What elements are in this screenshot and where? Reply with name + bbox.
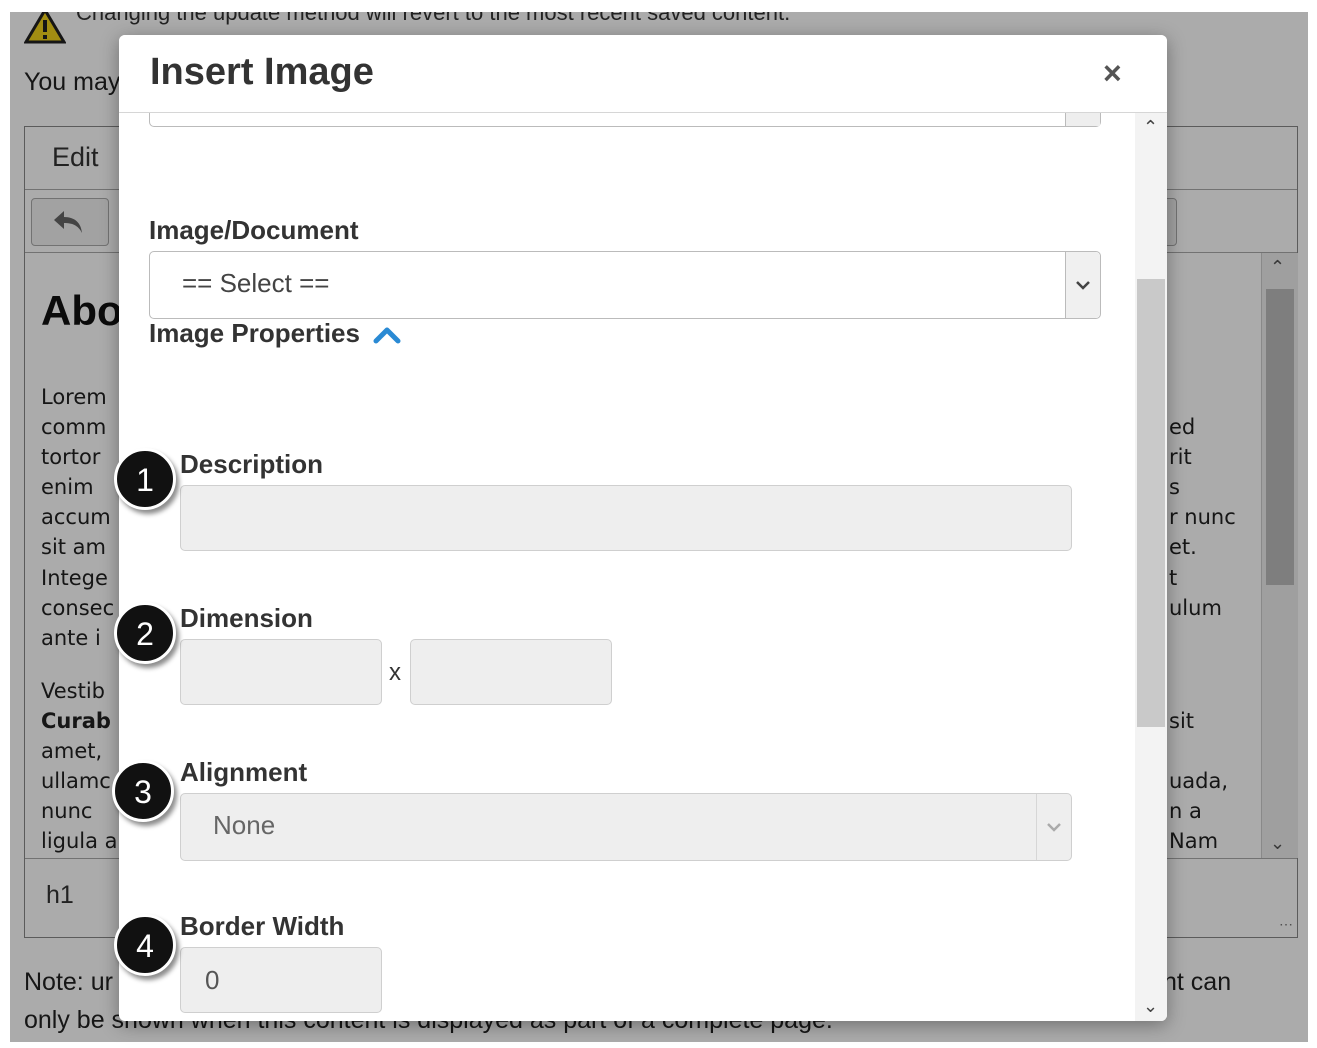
image-properties-label: Image Properties <box>149 318 360 348</box>
dimension-label: Dimension <box>180 603 313 633</box>
image-document-select[interactable]: == Select == <box>149 251 1101 319</box>
alignment-selected: None <box>213 810 276 840</box>
dialog-header: Insert Image × <box>119 35 1167 113</box>
dialog-title: Insert Image <box>150 51 374 93</box>
callout-badge-3: 3 <box>112 760 174 822</box>
alignment-label: Alignment <box>180 757 308 787</box>
chevron-down-icon <box>1065 252 1100 318</box>
scroll-down-arrow-icon[interactable]: ⌄ <box>1143 996 1158 1017</box>
image-document-label: Image/Document <box>149 215 359 245</box>
border-width-input[interactable] <box>180 947 382 1013</box>
dialog-scroll-thumb[interactable] <box>1137 279 1165 727</box>
dimension-height-input[interactable] <box>410 639 612 705</box>
dialog-body: Image/Document == Select == Image Proper… <box>119 113 1135 1021</box>
close-button[interactable]: × <box>1103 55 1122 92</box>
image-document-selected: == Select == <box>182 268 330 298</box>
dialog-scrollbar[interactable]: ⌃ ⌄ <box>1135 113 1167 1021</box>
dimension-width-input[interactable] <box>180 639 382 705</box>
chevron-up-icon <box>373 327 401 344</box>
previous-field-input[interactable] <box>149 113 1101 127</box>
description-input[interactable] <box>180 485 1072 551</box>
description-label: Description <box>180 449 324 479</box>
dimension-separator: x <box>389 659 401 686</box>
callout-badge-1: 1 <box>114 448 176 510</box>
chevron-down-icon <box>1036 794 1071 860</box>
alignment-select[interactable]: None <box>180 793 1072 861</box>
scroll-up-arrow-icon[interactable]: ⌃ <box>1143 117 1158 138</box>
insert-image-dialog: Insert Image × Image/Document == Select … <box>119 35 1167 1021</box>
image-properties-toggle[interactable]: Image Properties <box>149 318 401 349</box>
border-width-label: Border Width <box>180 911 345 941</box>
callout-badge-4: 4 <box>114 914 176 976</box>
previous-field-button[interactable] <box>1065 113 1100 126</box>
callout-badge-2: 2 <box>114 602 176 664</box>
